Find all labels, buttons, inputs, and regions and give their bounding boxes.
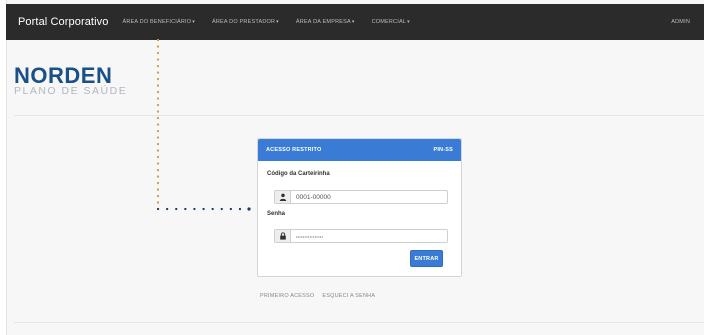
callout-dotted-line — [156, 38, 251, 211]
